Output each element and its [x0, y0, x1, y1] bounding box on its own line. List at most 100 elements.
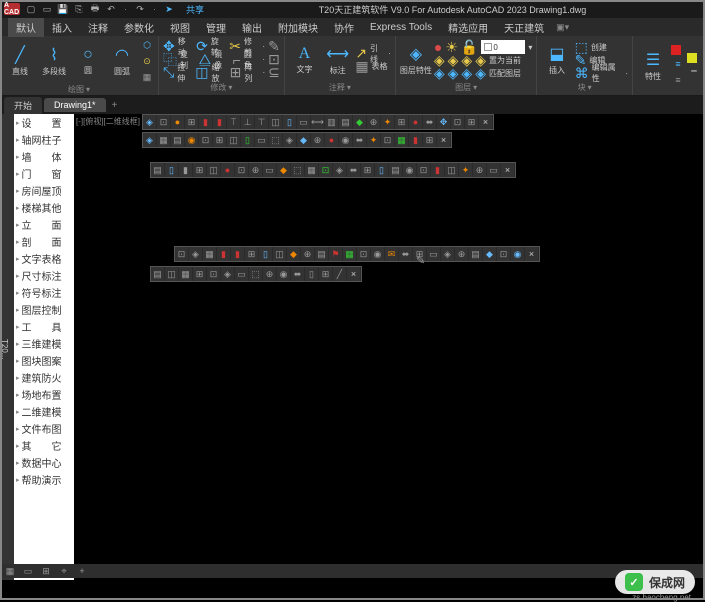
- tool-icon[interactable]: ⊞: [193, 267, 207, 281]
- tool-icon[interactable]: ⊡: [319, 163, 333, 177]
- polyline-button[interactable]: ⌇多段线: [38, 39, 70, 83]
- expand-icon[interactable]: ▾: [86, 85, 90, 94]
- sidebar-item[interactable]: 建筑防火: [14, 369, 74, 386]
- table-button[interactable]: 表格: [372, 61, 388, 72]
- sidebar-item[interactable]: 图层控制: [14, 301, 74, 318]
- tool-icon[interactable]: ⊞: [213, 133, 227, 147]
- tool-icon[interactable]: ▭: [235, 267, 249, 281]
- tool-icon[interactable]: ▤: [469, 247, 483, 261]
- tool-icon[interactable]: ▦: [203, 247, 217, 261]
- tool-icon[interactable]: ◈: [283, 133, 297, 147]
- tool-icon[interactable]: ⊡: [357, 247, 371, 261]
- expand-icon[interactable]: ▾: [473, 83, 477, 92]
- sidebar-item[interactable]: 尺寸标注: [14, 267, 74, 284]
- tool-icon[interactable]: ▥: [325, 115, 339, 129]
- sidebar-item[interactable]: 图块图案: [14, 352, 74, 369]
- text-button[interactable]: A文字: [289, 38, 320, 82]
- sidebar-item[interactable]: 轴网柱子: [14, 131, 74, 148]
- tool-icon[interactable]: ▦: [179, 267, 193, 281]
- tool-icon[interactable]: ✦: [367, 133, 381, 147]
- tool-icon[interactable]: ⬌: [399, 247, 413, 261]
- tool-icon[interactable]: ◫: [227, 133, 241, 147]
- new-icon[interactable]: ▢: [26, 4, 36, 14]
- tool-icon[interactable]: ▯: [375, 163, 389, 177]
- layout-icon[interactable]: ▭: [22, 565, 34, 577]
- tool-icon[interactable]: ⊞: [185, 115, 199, 129]
- tool-icon[interactable]: ◈: [333, 163, 347, 177]
- tool-icon[interactable]: ⊕: [301, 247, 315, 261]
- tool-icon[interactable]: ●: [221, 163, 235, 177]
- tool-icon[interactable]: ◆: [297, 133, 311, 147]
- tool-icon[interactable]: ◫: [273, 247, 287, 261]
- tool-icon[interactable]: ▮: [179, 163, 193, 177]
- tool-icon[interactable]: ▭: [427, 247, 441, 261]
- circle-button[interactable]: ○圆: [72, 39, 104, 83]
- snap-icon[interactable]: ⌖: [58, 565, 70, 577]
- sidebar-item[interactable]: 符号标注: [14, 284, 74, 301]
- sidebar-item[interactable]: 房间屋顶: [14, 182, 74, 199]
- tool-icon[interactable]: ◉: [371, 247, 385, 261]
- tool-icon[interactable]: ▤: [171, 133, 185, 147]
- floating-toolbar[interactable]: ⊡◈▦▮▮⊞▯◫◆⊕▤⚑▦⊡◉✉⬌⊞▭◈⊕▤◆⊡◉×: [174, 246, 540, 262]
- tool-icon[interactable]: ▤: [151, 267, 165, 281]
- tool-icon[interactable]: ◉: [339, 133, 353, 147]
- tool-icon[interactable]: ◈: [143, 133, 157, 147]
- tool-icon[interactable]: ◆: [483, 247, 497, 261]
- tool-icon[interactable]: ✥: [437, 115, 451, 129]
- tool-icon[interactable]: ●: [171, 115, 185, 129]
- redo-icon[interactable]: ↷: [135, 4, 145, 14]
- tool-icon[interactable]: ●: [325, 133, 339, 147]
- share-button[interactable]: 共享: [186, 3, 204, 16]
- tool-icon[interactable]: ⊡: [451, 115, 465, 129]
- sidebar-item[interactable]: 设 置: [14, 114, 74, 131]
- tool-icon[interactable]: ⊕: [367, 115, 381, 129]
- line-button[interactable]: ╱直线: [4, 39, 36, 83]
- tab-default[interactable]: 默认: [8, 18, 44, 37]
- tool-icon[interactable]: ⬌: [291, 267, 305, 281]
- viewport-label[interactable]: [-][俯视][二维线框]: [76, 116, 140, 127]
- tool-icon[interactable]: ▤: [389, 163, 403, 177]
- tool-icon[interactable]: ⊕: [249, 163, 263, 177]
- tool-icon[interactable]: ⊕: [263, 267, 277, 281]
- insert-block-button[interactable]: ⬓插入: [541, 38, 572, 82]
- tool-icon[interactable]: ⊥: [241, 115, 255, 129]
- tool-icon[interactable]: ▦: [395, 133, 409, 147]
- color-yellow-icon[interactable]: [687, 53, 697, 63]
- expand-icon[interactable]: ▾: [588, 83, 592, 92]
- floating-toolbar[interactable]: ▤▯▮⊞◫●⊡⊕▭◆⬚▦⊡◈⬌⊞▯▤◉⊡▮◫✦⊕▭×: [150, 162, 516, 178]
- sidebar-item[interactable]: 场地布置: [14, 386, 74, 403]
- tool-icon[interactable]: ⊡: [207, 267, 221, 281]
- tool-icon[interactable]: ▭: [487, 163, 501, 177]
- tool-icon[interactable]: ▭: [255, 133, 269, 147]
- tab-view[interactable]: 视图: [162, 18, 198, 37]
- tool-icon[interactable]: ⬚: [269, 133, 283, 147]
- tool-icon[interactable]: ✦: [381, 115, 395, 129]
- drawing-canvas[interactable]: [-][俯视][二维线框] ◈⊡●⊞▮▮⟙⊥⊤◫▯▭⟷▥▤◆⊕✦⊞●⬌✥⊡⊞× …: [74, 114, 705, 580]
- tool-icon[interactable]: ◆: [277, 163, 291, 177]
- tool-icon[interactable]: ▯: [305, 267, 319, 281]
- saveas-icon[interactable]: ⎘: [74, 4, 84, 14]
- close-icon[interactable]: ×: [347, 267, 361, 281]
- tool-icon[interactable]: ⬚: [249, 267, 263, 281]
- tool-icon[interactable]: ◆: [353, 115, 367, 129]
- tool-icon[interactable]: ⊡: [497, 247, 511, 261]
- tab-start[interactable]: 开始: [4, 97, 42, 114]
- sidebar-item[interactable]: 其 它: [14, 437, 74, 454]
- tool-icon[interactable]: ◫: [445, 163, 459, 177]
- lineweight-icon[interactable]: ━: [687, 65, 701, 79]
- tool-icon[interactable]: ◉: [511, 247, 525, 261]
- tool-icon[interactable]: ▤: [339, 115, 353, 129]
- tool-icon[interactable]: ╱: [333, 267, 347, 281]
- tool-icon[interactable]: ✦: [459, 163, 473, 177]
- tool-icon[interactable]: ⊡: [175, 247, 189, 261]
- tool-icon[interactable]: ◫: [165, 267, 179, 281]
- tool-icon[interactable]: ⊞: [423, 133, 437, 147]
- tool-icon[interactable]: ▦: [157, 133, 171, 147]
- tool-icon[interactable]: ✉: [385, 247, 399, 261]
- sidebar-item[interactable]: 工 具: [14, 318, 74, 335]
- sidebar-item[interactable]: 二维建模: [14, 403, 74, 420]
- sidebar-item[interactable]: 文件布图: [14, 420, 74, 437]
- tool-icon[interactable]: ▮: [217, 247, 231, 261]
- linetype-icon[interactable]: ≡: [671, 73, 685, 87]
- sidebar-item[interactable]: 墙 体: [14, 148, 74, 165]
